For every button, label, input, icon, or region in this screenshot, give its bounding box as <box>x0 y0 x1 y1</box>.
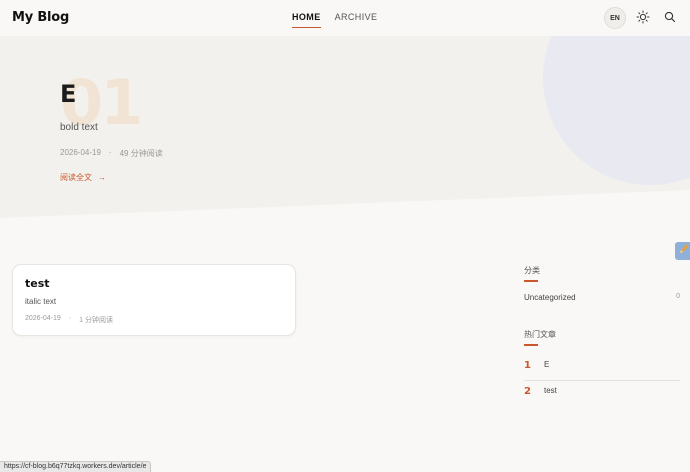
category-item[interactable]: Uncategorized 0 <box>524 293 680 302</box>
popular-item[interactable]: 1 E <box>524 358 680 382</box>
meta-separator: · <box>68 315 72 322</box>
hero-subtitle: bold text <box>60 122 98 133</box>
popular-title: E <box>544 360 550 369</box>
categories-heading: 分类 <box>524 266 540 282</box>
category-count: 0 <box>676 293 680 300</box>
hero-date: 2026-04-19 <box>60 148 101 157</box>
pencil-icon <box>677 242 690 261</box>
article-date: 2026-04-19 <box>25 315 61 322</box>
popular-item[interactable]: 2 test <box>524 384 680 408</box>
site-header: My Blog HOME ARCHIVE EN <box>0 0 690 36</box>
sun-icon[interactable] <box>636 10 650 24</box>
popular-rank: 1 <box>524 360 531 371</box>
nav-archive[interactable]: ARCHIVE <box>335 12 378 28</box>
edit-button[interactable] <box>675 242 690 260</box>
status-bar-url: https://cf-blog.b6q77tzkq.workers.dev/ar… <box>0 461 152 472</box>
featured-hero: 01 E bold text 2026-04-19 · 49 分钟阅读 阅读全文… <box>0 36 690 236</box>
article-excerpt: italic text <box>25 297 57 306</box>
hero-title[interactable]: E <box>60 80 76 108</box>
read-more-link[interactable]: 阅读全文 → <box>60 172 106 183</box>
popular-title: test <box>544 386 557 395</box>
main-nav: HOME ARCHIVE <box>292 12 377 28</box>
divider <box>524 380 680 381</box>
read-more-label: 阅读全文 <box>60 173 92 182</box>
popular-heading: 热门文章 <box>524 330 556 346</box>
site-logo[interactable]: My Blog <box>12 10 69 25</box>
article-meta: 2026-04-19 · 1 分钟阅读 <box>25 315 113 325</box>
category-name: Uncategorized <box>524 293 576 302</box>
nav-home[interactable]: HOME <box>292 12 321 28</box>
article-title[interactable]: test <box>25 277 50 290</box>
meta-separator: · <box>108 148 112 157</box>
article-card[interactable]: test italic text 2026-04-19 · 1 分钟阅读 <box>12 264 296 336</box>
popular-rank: 2 <box>524 386 531 397</box>
hero-meta: 2026-04-19 · 49 分钟阅读 <box>60 148 163 159</box>
arrow-right-icon: → <box>98 173 106 182</box>
article-read-time: 1 分钟阅读 <box>79 317 113 324</box>
hero-read-time: 49 分钟阅读 <box>119 149 163 158</box>
language-button[interactable]: EN <box>604 7 626 29</box>
search-icon[interactable] <box>663 10 677 24</box>
